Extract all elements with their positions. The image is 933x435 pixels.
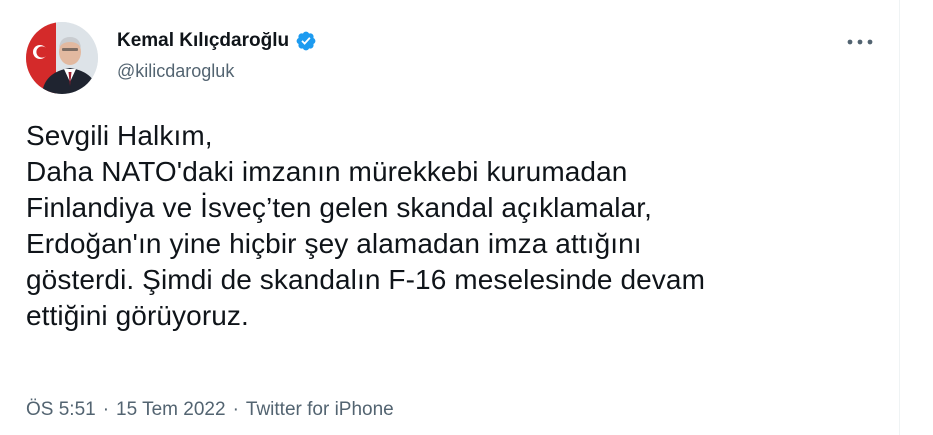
tweet-text: Sevgili Halkım, Daha NATO'daki imzanın m… [26,118,886,334]
verified-badge-icon [295,30,317,52]
author-handle[interactable]: @kilicdarogluk [117,60,234,82]
more-button[interactable] [844,30,876,54]
meta-separator: · [102,399,110,420]
tweet-meta: ÖS 5:51 · 15 Tem 2022 · Twitter for iPhone [26,398,394,422]
tweet-text-line: Erdoğan'ın yine hiçbir şey alamadan imza… [26,228,642,259]
meta-separator: · [232,399,239,420]
tweet-time: ÖS 5:51 [26,399,96,420]
tweet-text-line: Finlandiya ve İsveç’ten gelen skandal aç… [26,192,653,223]
more-horizontal-icon [847,39,873,45]
tweet-timestamp-link[interactable]: ÖS 5:51 · 15 Tem 2022 [26,398,226,422]
page-background-strip [900,0,933,435]
tweet-text-line: gösterdi. Şimdi de skandalın F-16 mesele… [26,264,705,295]
tweet-text-line: Daha NATO'daki imzanın mürekkebi kurumad… [26,156,628,187]
tweet-card: Kemal Kılıçdaroğlu @kilicdarogluk Sevgil… [0,0,900,435]
tweet-text-line: ettiğini görüyoruz. [26,300,249,331]
avatar[interactable] [26,22,98,94]
author-name-row[interactable]: Kemal Kılıçdaroğlu [117,30,317,52]
avatar-image [26,22,98,94]
tweet-text-line: Sevgili Halkım, [26,120,213,151]
tweet-source-link[interactable]: Twitter for iPhone [246,398,394,422]
tweet-date: 15 Tem 2022 [116,399,226,420]
author-display-name[interactable]: Kemal Kılıçdaroğlu [117,30,289,52]
